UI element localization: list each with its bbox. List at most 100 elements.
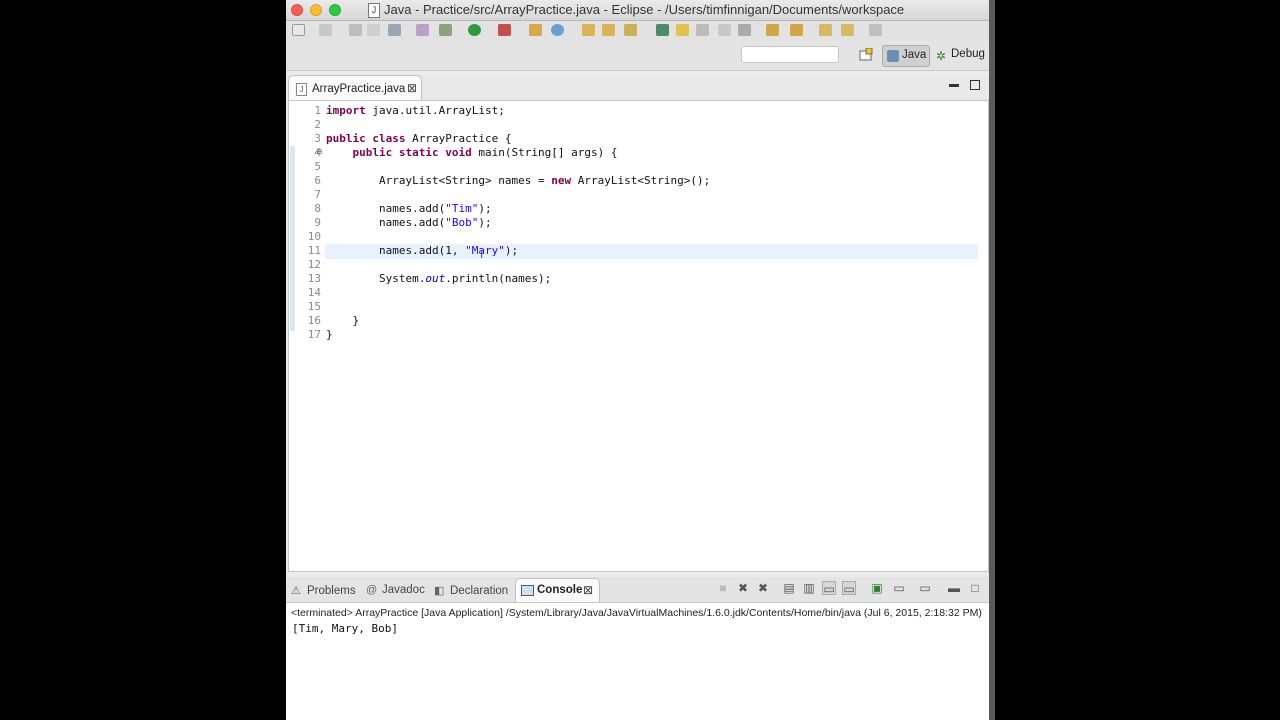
line-number: 9 bbox=[314, 216, 321, 229]
code-line[interactable]: } bbox=[326, 328, 333, 342]
open-task-icon[interactable] bbox=[602, 24, 615, 36]
line-number: 14 bbox=[307, 286, 321, 299]
back-icon[interactable] bbox=[841, 24, 854, 36]
tab-declaration[interactable]: ◧ Declaration bbox=[434, 584, 508, 597]
mark-occurrences-icon[interactable] bbox=[676, 24, 689, 36]
code-line[interactable]: names.add("Bob"); bbox=[326, 216, 492, 230]
previous-annotation-icon[interactable] bbox=[790, 24, 803, 36]
minimize-console-icon[interactable]: ▬ bbox=[947, 581, 961, 595]
scroll-lock-icon[interactable]: ▥ bbox=[802, 581, 816, 595]
line-number: 1 bbox=[314, 104, 321, 117]
close-window-button[interactable] bbox=[291, 4, 303, 16]
editor-tab-bar: J ArrayPractice.java ⊠ ▬ bbox=[286, 75, 989, 100]
text-cursor-icon: Ⅰ bbox=[480, 249, 484, 261]
pin-console-icon[interactable]: ▣ bbox=[870, 581, 884, 595]
block-selection-icon[interactable] bbox=[696, 24, 709, 36]
debug-bug-icon: ✲ bbox=[936, 49, 947, 63]
last-edit-location-icon[interactable] bbox=[819, 24, 832, 36]
code-line[interactable]: public class ArrayPractice { bbox=[326, 132, 511, 146]
line-number: 8 bbox=[314, 202, 321, 215]
tab-javadoc[interactable]: @ Javadoc bbox=[366, 584, 425, 596]
terminate-icon[interactable]: ■ bbox=[716, 581, 730, 595]
java-perspective-icon bbox=[887, 50, 899, 62]
tab-console[interactable]: Console ⊠ bbox=[515, 578, 600, 602]
close-console-tab-icon[interactable]: ⊠ bbox=[583, 583, 593, 597]
line-number: 13 bbox=[307, 272, 321, 285]
close-tab-icon[interactable]: ⊠ bbox=[407, 81, 417, 95]
maximize-window-button[interactable] bbox=[329, 4, 341, 16]
display-console-icon[interactable]: ▭ bbox=[892, 581, 906, 595]
quick-access-input[interactable] bbox=[741, 46, 839, 63]
java-perspective-button[interactable]: Java bbox=[882, 45, 930, 67]
forward-icon[interactable] bbox=[869, 24, 882, 36]
line-number: 3 bbox=[314, 132, 321, 145]
line-number: 2 bbox=[314, 118, 321, 131]
scope-indicator bbox=[290, 146, 295, 331]
code-line[interactable]: public static void main(String[] args) { bbox=[326, 146, 618, 160]
code-line[interactable]: names.add(1, "Mary"); bbox=[326, 244, 518, 258]
new-file-icon[interactable] bbox=[292, 24, 305, 36]
maximize-console-icon[interactable]: □ bbox=[968, 581, 982, 595]
code-line[interactable]: import java.util.ArrayList; bbox=[326, 104, 505, 118]
java-file-icon: J bbox=[368, 3, 380, 18]
tab-problems[interactable]: ⚠ Problems bbox=[291, 584, 356, 597]
clear-console-icon[interactable]: ▤ bbox=[782, 581, 796, 595]
code-line[interactable]: System.out.println(names); bbox=[326, 272, 551, 286]
external-tools-icon[interactable] bbox=[498, 24, 511, 36]
tab-declaration-label: Declaration bbox=[450, 585, 509, 597]
remove-all-launches-icon[interactable]: ✖ bbox=[756, 581, 770, 595]
editor-tab-arraypractice[interactable]: J ArrayPractice.java ⊠ bbox=[288, 75, 422, 100]
code-line[interactable]: names.add("Tim"); bbox=[326, 202, 492, 216]
open-perspective-icon[interactable] bbox=[859, 47, 873, 62]
fold-toggle-icon[interactable]: ⊖ bbox=[316, 147, 323, 156]
tab-javadoc-label: Javadoc bbox=[382, 584, 425, 596]
save-all-icon[interactable] bbox=[367, 24, 380, 36]
remove-launch-icon[interactable]: ✖ bbox=[736, 581, 750, 595]
eclipse-window: J Java - Practice/src/ArrayPractice.java… bbox=[286, 0, 993, 720]
line-number: 16 bbox=[307, 314, 321, 327]
tab-problems-label: Problems bbox=[307, 585, 356, 597]
line-number: 6 bbox=[314, 174, 321, 187]
word-wrap-icon[interactable] bbox=[718, 24, 731, 36]
window-edge bbox=[989, 0, 995, 720]
open-type-icon[interactable] bbox=[582, 24, 595, 36]
editor-tab-label: ArrayPractice.java bbox=[312, 83, 406, 95]
window-title: Java - Practice/src/ArrayPractice.java -… bbox=[384, 2, 905, 17]
annotation-icon[interactable] bbox=[656, 24, 669, 36]
skip-breakpoints-icon[interactable] bbox=[416, 24, 429, 36]
javadoc-icon: @ bbox=[366, 584, 378, 596]
console-icon bbox=[521, 585, 534, 596]
line-number: 10 bbox=[307, 230, 321, 243]
java-file-icon: J bbox=[296, 83, 307, 96]
save-icon[interactable] bbox=[349, 24, 362, 36]
tab-console-label: Console bbox=[537, 584, 583, 596]
print-icon[interactable] bbox=[388, 24, 401, 36]
minimize-editor-icon[interactable]: ▬ bbox=[949, 80, 959, 90]
title-bar: J Java - Practice/src/ArrayPractice.java… bbox=[286, 0, 993, 21]
open-console-icon[interactable]: ▭ bbox=[918, 581, 932, 595]
console-output-panel[interactable]: <terminated> ArrayPractice [Java Applica… bbox=[286, 602, 989, 720]
declaration-icon: ◧ bbox=[434, 585, 445, 597]
console-output: [Tim, Mary, Bob] bbox=[292, 622, 398, 635]
code-editor[interactable]: 1 2 3 4 5 6 7 8 9 10 11 12 13 14 15 16 17 ⊖ import java.… bbox=[288, 100, 989, 572]
search-icon[interactable] bbox=[624, 24, 637, 36]
maximize-editor-icon[interactable] bbox=[970, 80, 980, 90]
debug-perspective-button[interactable]: ✲ Debug bbox=[934, 45, 990, 67]
code-line[interactable]: } bbox=[326, 314, 359, 328]
minimize-window-button[interactable] bbox=[310, 4, 322, 16]
next-annotation-icon[interactable] bbox=[766, 24, 779, 36]
new-package-icon[interactable] bbox=[551, 24, 564, 36]
show-whitespace-icon[interactable] bbox=[738, 24, 751, 36]
show-on-error-icon[interactable]: ▭ bbox=[842, 581, 856, 596]
show-on-output-icon[interactable]: ▭ bbox=[822, 581, 836, 596]
code-line[interactable]: ArrayList<String> names = new ArrayList<… bbox=[326, 174, 710, 188]
line-number: 11 bbox=[307, 244, 321, 257]
run-icon[interactable] bbox=[468, 24, 481, 36]
new-java-project-icon[interactable] bbox=[529, 24, 542, 36]
java-perspective-label: Java bbox=[902, 49, 927, 61]
open-icon[interactable] bbox=[319, 24, 332, 36]
debug-icon[interactable] bbox=[439, 24, 452, 36]
main-toolbar bbox=[286, 21, 993, 40]
line-number: 17 bbox=[307, 328, 321, 341]
line-number: 5 bbox=[314, 160, 321, 173]
